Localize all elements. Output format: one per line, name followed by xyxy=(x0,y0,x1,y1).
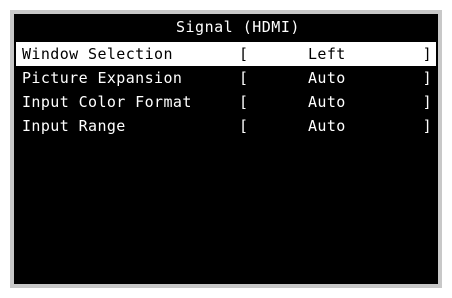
osd-title-bar: Signal (HDMI) xyxy=(14,14,438,40)
bracket-close: ] xyxy=(422,69,432,87)
menu-item-label: Input Range xyxy=(22,117,126,135)
osd-title: Signal (HDMI) xyxy=(176,18,300,36)
bracket-open: [ xyxy=(239,117,249,135)
menu-item-value[interactable]: Auto xyxy=(308,90,346,114)
monitor-osd-frame: Signal (HDMI) Window Selection [ Left ] … xyxy=(10,10,442,288)
menu-item-input-range[interactable]: Input Range [ Auto ] xyxy=(16,114,436,138)
bracket-close: ] xyxy=(422,45,432,63)
menu-item-value[interactable]: Auto xyxy=(308,66,346,90)
menu-item-label: Window Selection xyxy=(22,45,173,63)
menu-item-value[interactable]: Left xyxy=(308,42,346,66)
osd-menu: Window Selection [ Left ] Picture Expans… xyxy=(16,42,436,138)
menu-item-window-selection[interactable]: Window Selection [ Left ] xyxy=(16,42,436,66)
menu-item-picture-expansion[interactable]: Picture Expansion [ Auto ] xyxy=(16,66,436,90)
bracket-open: [ xyxy=(239,93,249,111)
menu-item-value[interactable]: Auto xyxy=(308,114,346,138)
bracket-close: ] xyxy=(422,117,432,135)
bracket-open: [ xyxy=(239,45,249,63)
bracket-open: [ xyxy=(239,69,249,87)
menu-item-label: Input Color Format xyxy=(22,93,192,111)
bracket-close: ] xyxy=(422,93,432,111)
osd-panel: Signal (HDMI) Window Selection [ Left ] … xyxy=(14,14,438,284)
menu-item-label: Picture Expansion xyxy=(22,69,183,87)
menu-item-input-color-format[interactable]: Input Color Format [ Auto ] xyxy=(16,90,436,114)
